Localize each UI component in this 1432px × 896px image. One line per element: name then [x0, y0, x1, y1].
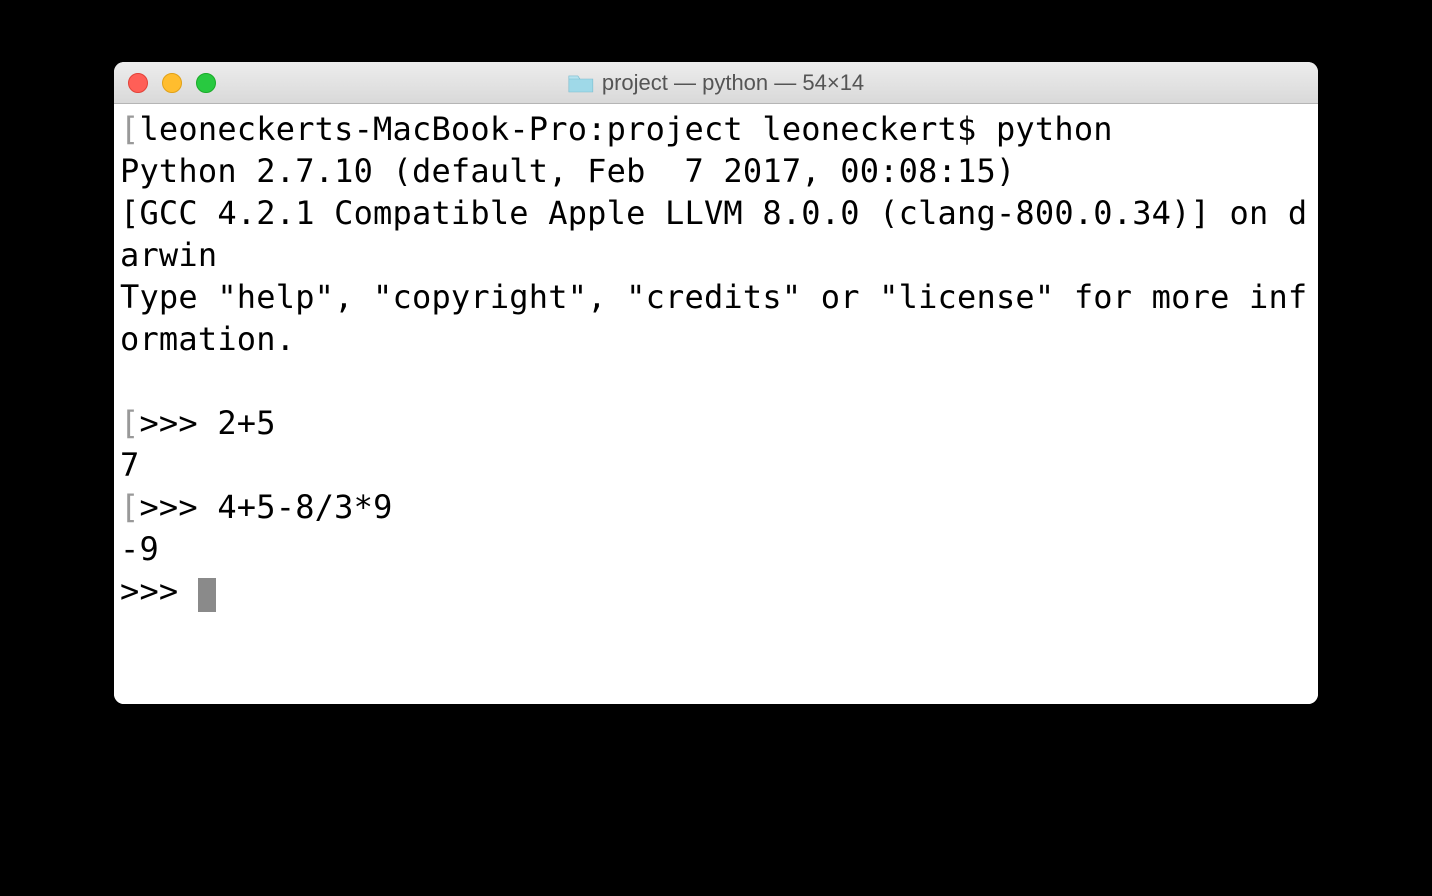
repl-output: -9	[120, 530, 159, 568]
cursor	[198, 578, 216, 612]
folder-icon	[568, 73, 594, 93]
repl-output: 7	[120, 446, 139, 484]
terminal-body[interactable]: [leoneckerts-MacBook-Pro:project leoneck…	[114, 104, 1318, 704]
repl-current-prompt: >>>	[120, 572, 198, 610]
terminal-window: project — python — 54×14 [leoneckerts-Ma…	[114, 62, 1318, 704]
traffic-lights	[128, 73, 216, 93]
bracket-open-icon: [	[120, 404, 139, 442]
close-button[interactable]	[128, 73, 148, 93]
repl-input: 4+5-8/3*9	[217, 488, 392, 526]
bracket-open-icon: [	[120, 110, 139, 148]
shell-prompt-line: leoneckerts-MacBook-Pro:project leonecke…	[139, 110, 1112, 148]
window-title: project — python — 54×14	[568, 70, 864, 96]
repl-input: 2+5	[217, 404, 275, 442]
minimize-button[interactable]	[162, 73, 182, 93]
titlebar[interactable]: project — python — 54×14	[114, 62, 1318, 104]
window-title-text: project — python — 54×14	[602, 70, 864, 96]
bracket-open-icon: [	[120, 488, 139, 526]
maximize-button[interactable]	[196, 73, 216, 93]
python-banner: Python 2.7.10 (default, Feb 7 2017, 00:0…	[120, 150, 1312, 360]
repl-prompt: >>>	[139, 404, 217, 442]
repl-prompt: >>>	[139, 488, 217, 526]
